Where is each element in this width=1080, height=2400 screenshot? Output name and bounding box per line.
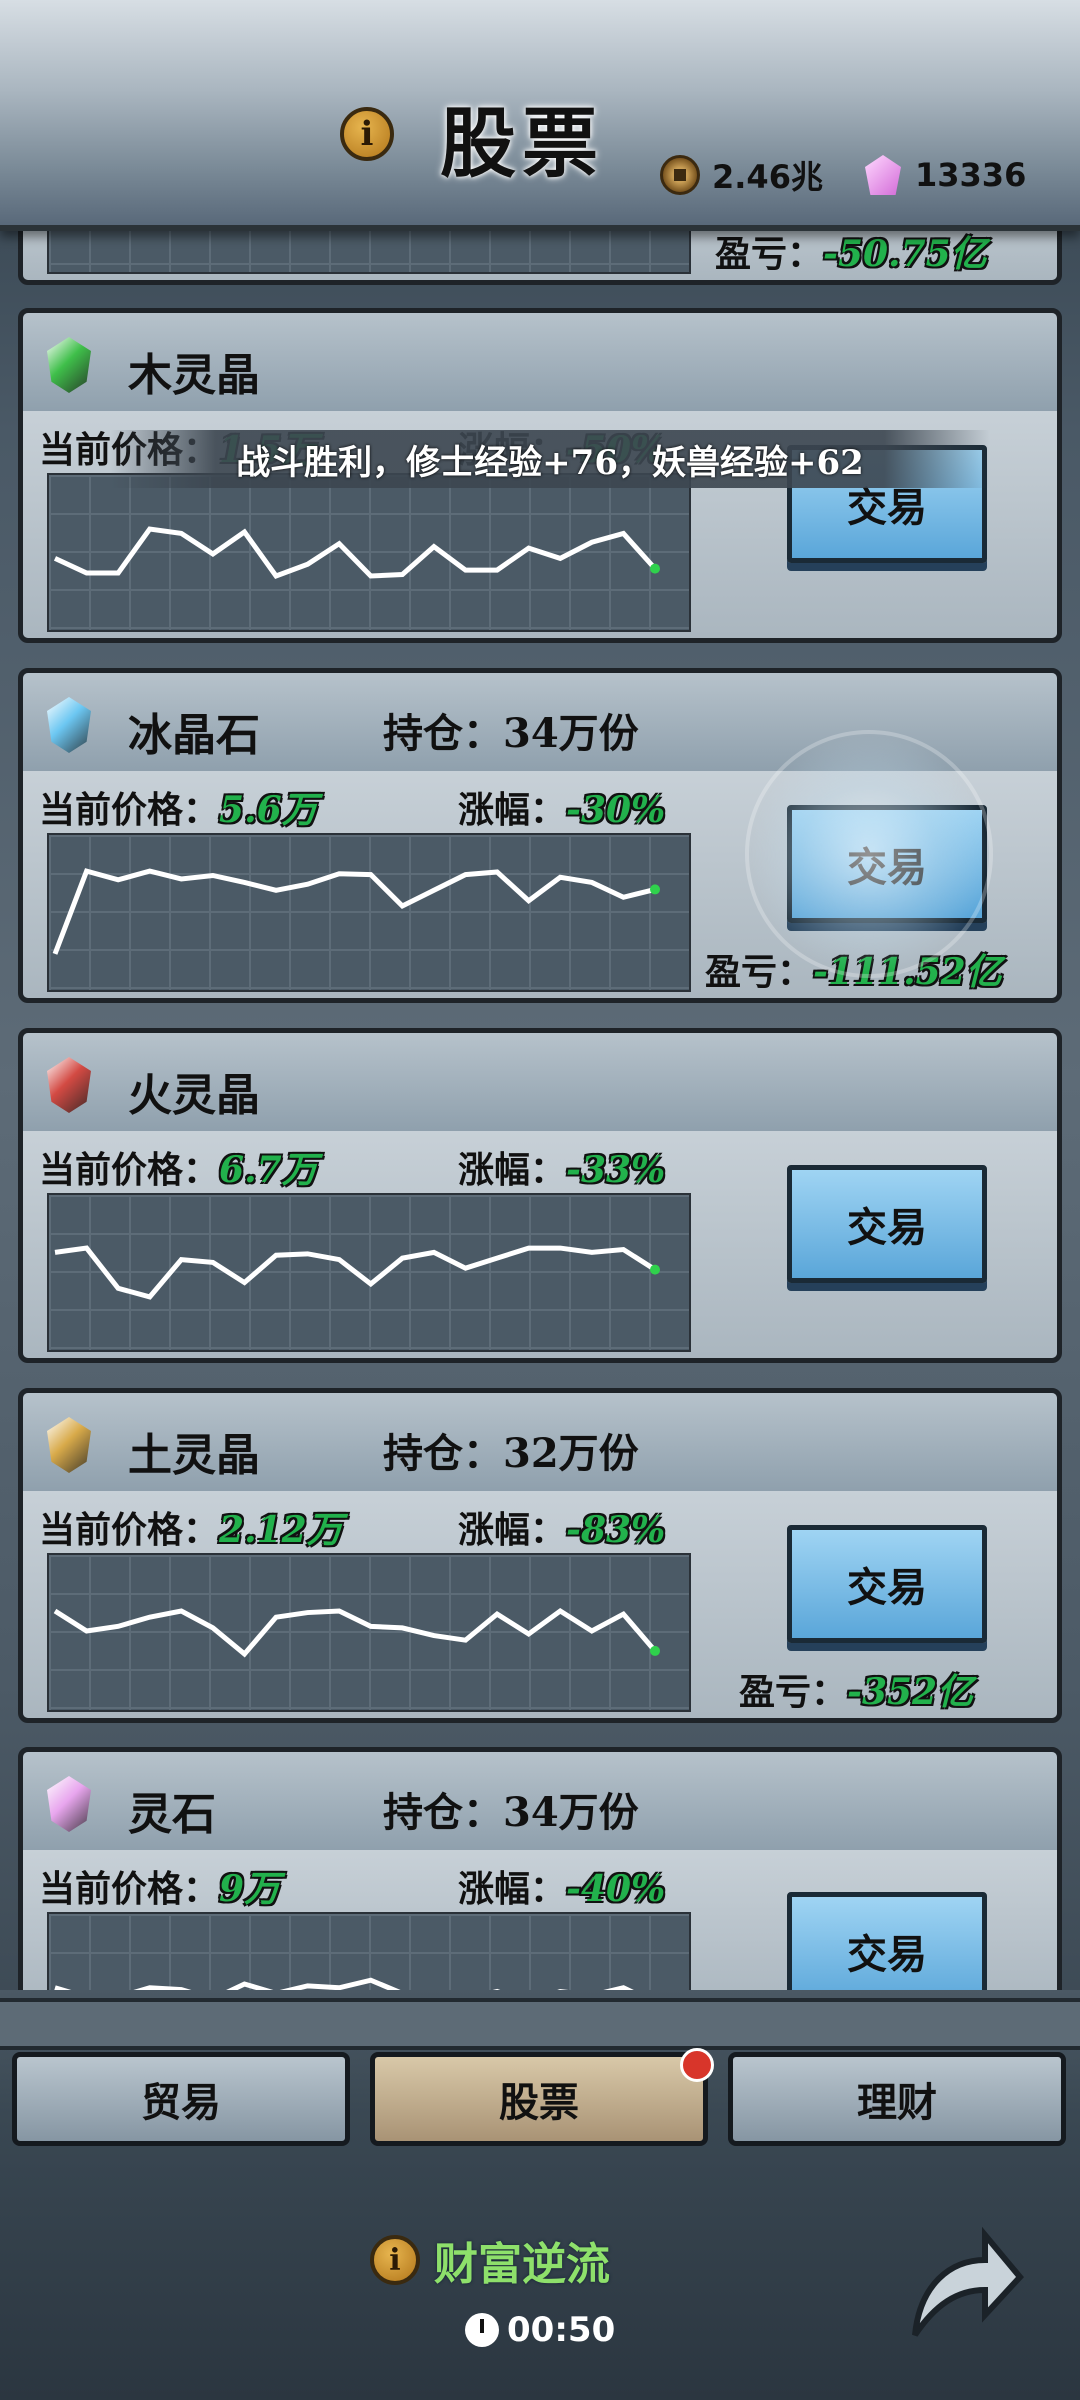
crystal-icon <box>47 1417 91 1473</box>
tab-stocks[interactable]: 股票 <box>370 2052 708 2146</box>
price-chart <box>47 1553 691 1712</box>
stock-card: 土灵晶 持仓：32万份 当前价格：2.12万 涨幅：-83% 交易 盈亏：-35… <box>18 1388 1062 1723</box>
price-label: 当前价格：9万 <box>39 1860 280 1912</box>
change-label-text: 涨幅： <box>458 789 567 831</box>
price-label-text: 当前价格： <box>39 789 220 831</box>
page-title: 股票 <box>440 99 604 188</box>
change-value: -40% <box>566 1868 666 1910</box>
change-value: -30% <box>566 789 666 831</box>
holding-text: 持仓：34万份 <box>383 710 639 757</box>
stock-name: 土灵晶 <box>128 1430 260 1481</box>
change-label: 涨幅：-33% <box>458 1141 665 1193</box>
change-label-text: 涨幅： <box>458 1149 567 1191</box>
price-label-text: 当前价格： <box>39 1149 220 1191</box>
wealth-event-label: 财富逆流 <box>434 2239 610 2290</box>
change-value: -33% <box>566 1149 666 1191</box>
timer-text: 00:50 <box>507 2310 616 2350</box>
pnl-value: -50.75亿 <box>823 233 987 275</box>
wealth-event[interactable]: i 财富逆流 <box>370 2228 610 2292</box>
holding-text: 持仓：32万份 <box>383 1430 639 1477</box>
notification-dot <box>680 2048 714 2082</box>
change-label: 涨幅：-83% <box>458 1501 665 1553</box>
change-value: -83% <box>566 1509 666 1551</box>
pnl-value: -352亿 <box>847 1671 974 1713</box>
price-line-svg <box>53 1608 660 1658</box>
price-label-text: 当前价格： <box>39 1509 220 1551</box>
stock-header: 土灵晶 持仓：32万份 <box>23 1393 1057 1495</box>
pnl-label: 盈亏： <box>715 233 824 275</box>
stock-card: 火灵晶 当前价格：6.7万 涨幅：-33% 交易 <box>18 1028 1062 1363</box>
coin-amount: 2.46兆 <box>712 158 823 196</box>
price-value: 9万 <box>219 1868 281 1910</box>
gem-icon <box>865 155 901 195</box>
trade-button[interactable]: 交易 <box>787 1525 987 1643</box>
gem-counter: 13336 <box>865 150 1026 200</box>
price-line <box>53 526 657 579</box>
price-line <box>53 1608 657 1658</box>
stock-name: 木灵晶 <box>128 350 260 401</box>
return-arrow-icon[interactable] <box>895 2215 1025 2345</box>
price-chart <box>47 473 691 632</box>
stock-header: 灵石 持仓：34万份 <box>23 1752 1057 1854</box>
price-value: 5.6万 <box>219 789 318 831</box>
price-line-svg <box>52 868 660 955</box>
info-icon[interactable]: i <box>340 107 394 161</box>
crystal-icon <box>47 1057 91 1113</box>
price-line <box>54 1245 657 1300</box>
price-label: 当前价格：5.6万 <box>39 781 318 833</box>
last-price-dot <box>650 1645 660 1656</box>
stock-name: 灵石 <box>128 1789 216 1840</box>
last-price-dot <box>650 1264 660 1275</box>
change-label: 涨幅：-30% <box>458 781 665 833</box>
stock-name: 冰晶石 <box>128 710 260 761</box>
crystal-icon <box>47 1776 91 1832</box>
last-price-dot <box>650 884 660 895</box>
change-label-text: 涨幅： <box>458 1509 567 1551</box>
price-chart <box>47 1193 691 1352</box>
price-chart <box>47 833 691 992</box>
stock-header: 火灵晶 <box>23 1033 1057 1135</box>
pnl-label: 盈亏： <box>739 1671 848 1713</box>
tab-trade[interactable]: 贸易 <box>12 2052 350 2146</box>
clock-icon <box>465 2313 499 2347</box>
crystal-icon <box>47 697 91 753</box>
holding-text: 持仓：34万份 <box>383 1789 639 1836</box>
change-label-text: 涨幅： <box>458 1868 567 1910</box>
crystal-icon <box>47 337 91 393</box>
price-line-svg <box>53 526 660 579</box>
tab-finance[interactable]: 理财 <box>728 2052 1066 2146</box>
cloud-divider <box>0 1998 1080 2050</box>
pnl-text: 盈亏：-352亿 <box>739 1663 973 1715</box>
event-timer: 00:50 <box>465 2310 615 2350</box>
pnl-text: 盈亏：-50.75亿 <box>715 225 987 277</box>
gem-amount: 13336 <box>915 156 1027 194</box>
pnl-label: 盈亏： <box>705 951 814 993</box>
coin-icon <box>660 155 700 195</box>
price-line <box>52 868 656 955</box>
price-line-svg <box>54 1245 660 1300</box>
trade-button[interactable]: 交易 <box>787 1165 987 1283</box>
stock-card: 灵石 持仓：34万份 当前价格：9万 涨幅：-40% 交易 <box>18 1747 1062 2017</box>
info-icon[interactable]: i <box>370 2235 420 2285</box>
change-label: 涨幅：-40% <box>458 1860 665 1912</box>
price-label: 当前价格：6.7万 <box>39 1141 318 1193</box>
trade-glow-effect <box>745 730 993 978</box>
price-label-text: 当前价格： <box>39 1868 220 1910</box>
stock-name: 火灵晶 <box>128 1070 260 1121</box>
coin-counter: 2.46兆 <box>660 150 823 200</box>
battle-toast: 战斗胜利，修士经验+76，妖兽经验+62 <box>110 430 990 488</box>
last-price-dot <box>650 563 660 574</box>
stock-header: 木灵晶 <box>23 313 1057 415</box>
price-value: 2.12万 <box>219 1509 343 1551</box>
price-value: 6.7万 <box>219 1149 318 1191</box>
top-bar: i 股票 2.46兆 13336 <box>0 0 1080 231</box>
price-label: 当前价格：2.12万 <box>39 1501 343 1553</box>
